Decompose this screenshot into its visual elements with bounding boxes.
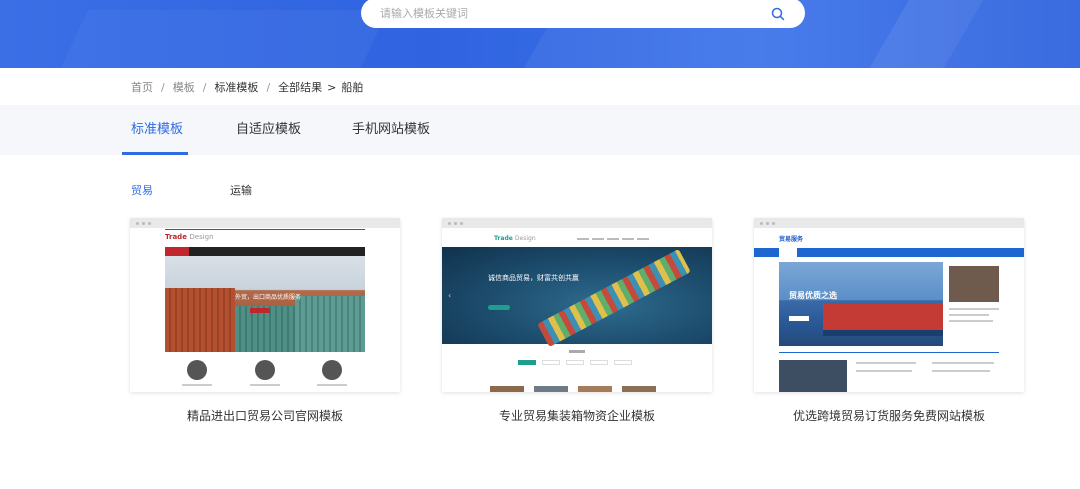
thumbnail-logo: Trade Design — [165, 233, 214, 241]
header-banner — [0, 0, 1080, 68]
template-type-tabs: 标准模板 自适应模板 手机网站模板 — [0, 105, 1080, 155]
tab-mobile[interactable]: 手机网站模板 — [352, 105, 430, 155]
search-icon[interactable] — [771, 7, 785, 21]
breadcrumb-current: 船舶 — [341, 81, 364, 94]
template-thumbnail: 贸易服务 贸易优质之选 — [754, 228, 1024, 392]
chevron-left-icon: ‹ — [448, 291, 452, 300]
breadcrumb: 首页 / 模板 / 标准模板 / 全部结果 > 船舶 — [131, 79, 363, 95]
active-tab-indicator — [122, 152, 188, 155]
thumbnail-hero-text: 外贸，出口商品优质服务 — [235, 294, 302, 301]
breadcrumb-separator: / — [266, 80, 271, 94]
breadcrumb-separator: / — [202, 80, 207, 94]
banner-decoration — [32, 10, 388, 68]
breadcrumb-all-results[interactable]: 全部结果 — [278, 79, 322, 95]
breadcrumb-home[interactable]: 首页 — [131, 79, 153, 95]
template-card[interactable]: Trade Design 外贸，出口商品优质服务 — [130, 218, 400, 392]
template-thumbnail: Trade Design 外贸，出口商品优质服务 — [130, 228, 400, 392]
template-card-title[interactable]: 精品进出口贸易公司官网模板 — [130, 407, 400, 424]
template-card-title[interactable]: 优选跨境贸易订货服务免费网站模板 — [754, 407, 1024, 424]
breadcrumb-templates[interactable]: 模板 — [173, 79, 195, 95]
category-trade[interactable]: 贸易 — [131, 182, 153, 198]
tab-standard[interactable]: 标准模板 — [131, 105, 183, 155]
thumbnail-hero-text: 诚信商品贸易，财富共创共赢 — [488, 274, 579, 282]
search-bar — [361, 0, 805, 28]
browser-chrome — [754, 218, 1024, 228]
search-input[interactable] — [380, 3, 740, 23]
template-card[interactable]: 贸易服务 贸易优质之选 — [754, 218, 1024, 392]
template-thumbnail: Trade Design 诚信商品贸易，财富共创共赢 ‹ — [442, 228, 712, 392]
breadcrumb-standard[interactable]: 标准模板 — [214, 79, 258, 95]
thumbnail-logo: 贸易服务 — [779, 236, 804, 243]
breadcrumb-separator: / — [161, 80, 165, 94]
category-transport[interactable]: 运输 — [230, 182, 252, 198]
breadcrumb-separator: > — [327, 80, 337, 94]
thumbnail-hero-text: 贸易优质之选 — [789, 291, 837, 300]
template-card-title[interactable]: 专业贸易集装箱物资企业模板 — [442, 407, 712, 424]
template-card[interactable]: Trade Design 诚信商品贸易，财富共创共赢 ‹ — [442, 218, 712, 392]
browser-chrome — [130, 218, 400, 228]
thumbnail-logo: Trade Design — [494, 235, 536, 242]
browser-chrome — [442, 218, 712, 228]
tab-responsive[interactable]: 自适应模板 — [236, 105, 301, 155]
